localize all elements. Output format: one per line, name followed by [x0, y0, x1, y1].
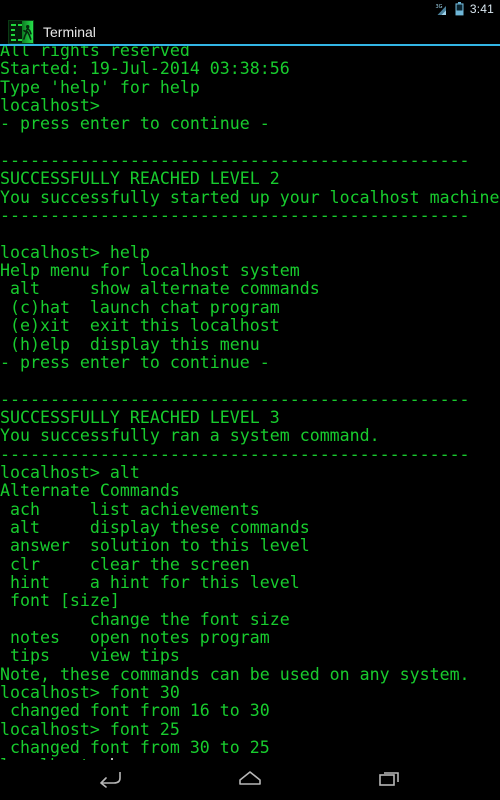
terminal-line: localhost> font 30	[0, 683, 180, 703]
terminal-runner-icon	[8, 20, 34, 44]
svg-text:3G: 3G	[435, 4, 442, 10]
terminal-line: font [size]	[0, 591, 120, 611]
terminal-line: ----------------------------------------…	[0, 151, 470, 171]
signal-3g-icon: 3G	[435, 3, 450, 16]
terminal-prompt-line[interactable]: localhost>	[0, 757, 500, 760]
status-icon-group: 3G 3:41	[435, 0, 494, 18]
terminal-prompt: localhost>	[0, 756, 110, 760]
recents-button[interactable]	[361, 762, 419, 798]
terminal-line: tips view tips	[0, 646, 180, 666]
terminal-line: alt display these commands	[0, 517, 310, 537]
terminal-line: ach list achievements	[0, 499, 260, 519]
terminal-line: SUCCESSFULLY REACHED LEVEL 2	[0, 169, 280, 189]
terminal-line: Alternate Commands	[0, 481, 180, 501]
terminal-line: - press enter to continue -	[0, 114, 270, 134]
android-nav-bar	[0, 760, 500, 800]
terminal-line: You successfully started up your localho…	[0, 187, 500, 207]
terminal-line: changed font from 30 to 25	[0, 738, 270, 758]
terminal-line: notes open notes program	[0, 628, 270, 647]
terminal-line: - press enter to continue -	[0, 352, 270, 372]
terminal-line: localhost> alt	[0, 462, 140, 482]
terminal-line: answer solution to this level	[0, 536, 310, 556]
terminal-line: localhost> help	[0, 242, 150, 262]
terminal-line: ----------------------------------------…	[0, 444, 470, 464]
app-title-bar: Terminal	[0, 18, 500, 46]
app-title-label: Terminal	[43, 24, 96, 40]
back-button[interactable]	[81, 762, 139, 798]
terminal-line: Note, these commands can be used on any …	[0, 664, 470, 684]
terminal-line: localhost>	[0, 96, 100, 116]
terminal-line: changed font from 16 to 30	[0, 701, 270, 721]
back-arrow-icon	[97, 768, 123, 793]
terminal-line: change the font size	[0, 609, 290, 629]
terminal-line: (h)elp display this menu	[0, 334, 260, 354]
terminal-output-area[interactable]: All rights reserved Started: 19-Jul-2014 …	[0, 46, 500, 760]
android-status-bar: 3G 3:41	[0, 0, 500, 18]
terminal-line: (e)xit exit this localhost	[0, 316, 280, 336]
terminal-line: (c)hat launch chat program	[0, 297, 280, 317]
home-icon	[237, 769, 263, 792]
status-clock: 3:41	[469, 2, 494, 16]
terminal-line: Help menu for localhost system	[0, 261, 300, 281]
terminal-text-buffer: All rights reserved Started: 19-Jul-2014 …	[0, 46, 500, 760]
terminal-line: Type 'help' for help	[0, 77, 200, 97]
terminal-line: clr clear the screen	[0, 554, 250, 574]
terminal-line: ----------------------------------------…	[0, 206, 470, 226]
recents-icon	[378, 769, 402, 792]
battery-icon	[455, 2, 464, 16]
terminal-cursor	[110, 758, 113, 760]
terminal-line: SUCCESSFULLY REACHED LEVEL 3	[0, 407, 280, 427]
terminal-line: ----------------------------------------…	[0, 389, 470, 409]
home-button[interactable]	[221, 762, 279, 798]
terminal-line: Started: 19-Jul-2014 03:38:56	[0, 59, 290, 79]
terminal-line: You successfully ran a system command.	[0, 426, 380, 446]
terminal-line: hint a hint for this level	[0, 572, 300, 592]
device-screen: 3G 3:41 Terminal All rights reserved Sta…	[0, 0, 500, 800]
terminal-line: alt show alternate commands	[0, 279, 320, 299]
terminal-line: All rights reserved	[0, 46, 190, 60]
terminal-line: localhost> font 25	[0, 719, 180, 739]
